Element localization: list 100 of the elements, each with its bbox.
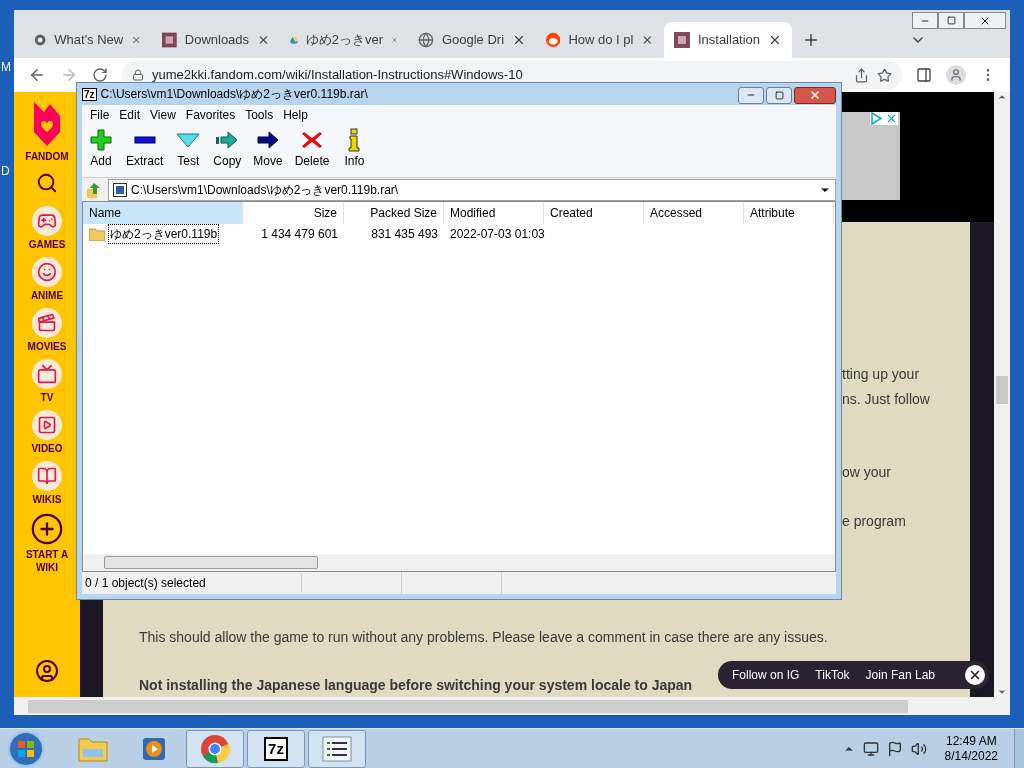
plus-circle-icon <box>30 512 64 546</box>
toolbar-button[interactable]: Copy <box>211 128 244 168</box>
close-ad-icon[interactable] <box>885 112 898 125</box>
close-tab-icon[interactable] <box>641 33 654 47</box>
toolbar-button[interactable]: Add <box>86 128 116 168</box>
paragraph-text: This should allow the game to run without any problems. Please leave a comment in case there are any issues. <box>139 628 829 647</box>
browser-logo-icon <box>34 32 47 48</box>
pixel-art-icon <box>674 32 690 48</box>
alien-logo-icon <box>546 32 561 48</box>
scrollbar-thumb[interactable] <box>996 376 1008 404</box>
windows-logo-icon <box>17 739 35 758</box>
profile-avatar[interactable] <box>946 65 966 85</box>
maximize-button[interactable] <box>938 12 964 29</box>
paragraph-text: e program <box>842 512 907 531</box>
archive-icon <box>113 182 127 197</box>
side-panel-icon[interactable] <box>916 67 932 83</box>
status-text: 0 / 1 object(s) selected <box>82 574 302 592</box>
nav-label[interactable]: START A WIKI <box>22 548 72 574</box>
column-header[interactable]: Name <box>83 202 243 224</box>
back-icon[interactable] <box>28 66 46 84</box>
paragraph-text: ow your <box>842 463 893 482</box>
pixel-art-icon <box>162 32 177 48</box>
browser-tab[interactable]: Downloads <box>152 22 280 58</box>
table-cell-text: 831 435 493 <box>371 226 438 243</box>
close-button[interactable] <box>794 86 836 104</box>
close-icon <box>809 89 821 101</box>
list-icon <box>322 735 352 762</box>
toolbar-button[interactable]: Move <box>251 128 285 168</box>
close-tab-icon[interactable] <box>512 33 526 47</box>
browser-tab[interactable]: What's New <box>24 22 152 58</box>
nav-label[interactable]: ANIME <box>22 289 72 302</box>
minimize-button[interactable] <box>738 86 764 104</box>
globe-icon <box>418 32 434 48</box>
menu-item[interactable]: View <box>146 106 180 124</box>
bold-paragraph-text: Not installing the Japanese language before switching your system locale to Japan <box>139 676 693 695</box>
scroll-up-icon[interactable] <box>997 92 1007 102</box>
network-icon[interactable] <box>862 740 879 757</box>
taskbar-button[interactable] <box>308 729 366 768</box>
close-icon <box>968 668 982 682</box>
person-icon <box>949 68 963 82</box>
ad-choices-icon[interactable] <box>870 112 883 125</box>
scrollbar-thumb[interactable] <box>104 556 318 569</box>
promo-link[interactable]: Join Fan Lab <box>865 666 935 684</box>
scroll-down-icon[interactable] <box>997 687 1007 697</box>
paragraph-text: ns. Just follow <box>842 390 931 409</box>
paragraph-text: tting up your <box>842 365 921 384</box>
maximize-icon <box>946 16 956 25</box>
share-icon[interactable] <box>854 67 869 83</box>
browser-tab[interactable]: ゆめ2っきver <box>280 22 408 58</box>
brand-name: FANDOM <box>25 150 69 164</box>
menu-item[interactable]: Help <box>279 106 312 124</box>
maximize-icon <box>774 90 784 100</box>
path-field[interactable]: C:\Users\vm1\Downloads\ゆめ2っきver0.119b.rar\ <box>108 178 836 201</box>
plus-icon <box>88 128 114 152</box>
bookmark-star-icon[interactable] <box>877 67 892 83</box>
search-icon[interactable] <box>36 172 58 194</box>
reload-icon[interactable] <box>92 67 108 83</box>
taskbar-button[interactable]: 7z <box>247 729 305 768</box>
close-button[interactable] <box>964 12 1006 29</box>
browser-tab[interactable]: Installation <box>664 22 792 58</box>
start-button[interactable] <box>8 730 44 767</box>
nav-label[interactable]: TV <box>22 391 72 404</box>
browser-tab[interactable]: How do I pl <box>536 22 664 58</box>
scrollbar-thumb[interactable] <box>28 699 908 713</box>
nav-label[interactable]: GAMES <box>22 238 72 251</box>
lock-icon <box>132 69 144 81</box>
toolbar-button[interactable]: Extract <box>124 128 166 168</box>
vertical-scrollbar[interactable] <box>994 92 1010 697</box>
account-icon[interactable] <box>35 659 59 683</box>
menu-item[interactable]: Tools <box>241 106 278 124</box>
menu-item[interactable]: File <box>86 106 114 124</box>
flag-icon[interactable] <box>886 740 903 757</box>
promo-link[interactable]: TikTok <box>815 666 850 684</box>
toolbar-button[interactable]: Info <box>339 128 370 168</box>
maximize-button[interactable] <box>766 86 792 104</box>
menu-item[interactable]: Favorites <box>181 106 240 124</box>
clock-time[interactable]: 12:49 AM <box>945 733 997 749</box>
folder-icon <box>89 227 105 241</box>
app-logo: 7z <box>264 736 288 761</box>
nav-label[interactable]: MOVIES <box>22 340 72 353</box>
nav-label[interactable]: VIDEO <box>22 442 72 455</box>
browser-tab[interactable]: Google Dri <box>408 22 536 58</box>
table-cell[interactable]: ゆめ2っきver0.119b <box>108 224 220 244</box>
desktop-icon-label: M <box>1 59 11 76</box>
close-tab-icon[interactable] <box>257 33 270 47</box>
menu-item[interactable]: Edit <box>115 106 145 124</box>
new-tab-icon[interactable] <box>802 31 820 49</box>
clock-date[interactable]: 8/14/2022 <box>944 748 998 764</box>
close-tab-icon[interactable] <box>768 33 782 47</box>
toolbar-button[interactable]: Test <box>173 128 204 168</box>
desktop-icon-label: D <box>1 163 10 180</box>
promo-link[interactable]: Follow on IG <box>732 666 800 684</box>
browser-logo-icon <box>200 733 230 764</box>
table-cell-text: 1 434 479 601 <box>261 226 338 243</box>
window-title: C:\Users\vm1\Downloads\ゆめ2っきver0.119b.rar\ <box>100 86 368 103</box>
app-logo: 7z <box>82 87 97 101</box>
toolbar-button[interactable]: Delete <box>292 128 332 168</box>
close-promo-button[interactable] <box>965 665 985 685</box>
nav-label[interactable]: WIKIS <box>22 493 72 506</box>
speaker-icon[interactable] <box>910 740 927 757</box>
